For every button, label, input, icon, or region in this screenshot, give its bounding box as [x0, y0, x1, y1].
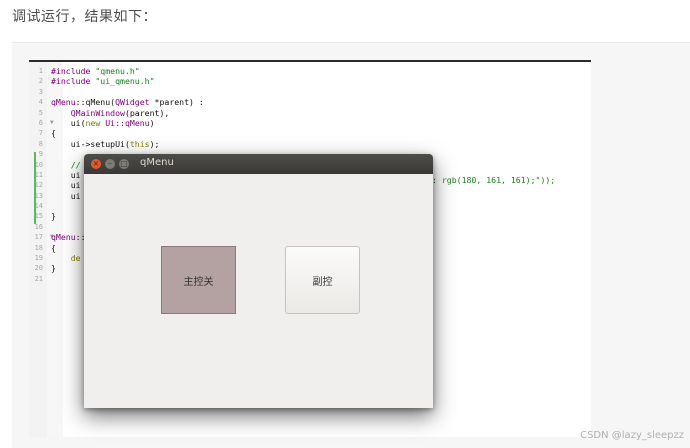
sub-control-button[interactable]: 副控 — [285, 246, 360, 314]
close-icon[interactable]: × — [91, 159, 101, 169]
line-number: 21 — [34, 274, 43, 283]
code-token: "qmenu.h" — [95, 66, 140, 76]
code-text: { — [51, 128, 56, 138]
code-token: qMenu — [51, 97, 76, 108]
line-number: 6 — [38, 118, 43, 127]
code-text: ui->setupUi(this); — [51, 138, 160, 149]
code-text: qMenu:: — [51, 232, 86, 242]
code-token: } — [51, 263, 56, 274]
code-text: { — [51, 243, 56, 253]
code-token: "ui_qmenu.h" — [95, 76, 155, 87]
code-token: { — [51, 128, 56, 139]
watermark: CSDN @lazy_sleepzz — [580, 430, 684, 441]
line-number: 4 — [38, 98, 43, 107]
code-line: 5 QMainWindow(parent), — [29, 108, 591, 118]
line-number: 18 — [34, 243, 43, 252]
code-line: 1 #include "qmenu.h" — [29, 66, 591, 76]
code-token: ui->setupUi( — [51, 138, 130, 149]
line-number: 19 — [34, 254, 43, 263]
code-token: ) — [149, 117, 155, 128]
code-text: ui — [51, 180, 81, 190]
line-number: 12 — [34, 181, 43, 190]
code-token: Ui::qMenu — [105, 117, 150, 128]
line-number: 2 — [38, 77, 43, 86]
line-number: 7 — [38, 129, 43, 138]
code-line: 8 ui->setupUi(this); — [29, 139, 591, 149]
code-token: #include — [51, 76, 96, 87]
window-titlebar[interactable]: × – □ qMenu — [84, 154, 433, 174]
line-number: 13 — [34, 191, 43, 200]
code-token: ); — [149, 138, 160, 149]
code-token: this — [129, 138, 150, 149]
code-token: ui — [51, 180, 81, 191]
code-token: ui( — [51, 117, 86, 128]
code-token: QMainWindow — [70, 107, 125, 118]
line-number: 11 — [34, 170, 43, 179]
code-token: new — [85, 117, 101, 128]
line-number: 9 — [38, 150, 43, 159]
code-token: // — [51, 159, 81, 170]
line-number: 10 — [34, 160, 43, 169]
code-token: ui — [51, 169, 81, 180]
code-text: } — [51, 211, 56, 221]
code-line: 2 #include "ui_qmenu.h" — [29, 76, 591, 86]
code-text: ui(new Ui::qMenu) — [51, 118, 155, 128]
line-number: 1 — [38, 67, 43, 75]
line-number: 20 — [34, 264, 43, 273]
window-title: qMenu — [140, 157, 174, 168]
code-text: ui — [51, 170, 81, 180]
code-token: { — [51, 242, 56, 253]
code-line: 4 qMenu::qMenu(QWidget *parent) : — [29, 97, 591, 107]
code-token: qMenu — [51, 232, 76, 243]
line-number: 14 — [34, 202, 43, 211]
line-number: 15 — [34, 212, 43, 221]
minimize-icon[interactable]: – — [105, 159, 115, 169]
code-line: 3 — [29, 87, 591, 97]
code-text: #include "qmenu.h" — [51, 66, 140, 76]
code-token: de — [51, 253, 81, 264]
article-caption: 调试运行，结果如下： — [12, 9, 157, 25]
code-overflow-text: : rgb(180, 161, 161);")); — [432, 175, 556, 185]
code-token: #include — [51, 66, 96, 76]
code-token: (parent), — [124, 107, 170, 118]
line-number: 5 — [38, 108, 43, 117]
code-token: ::qMenu( — [75, 97, 116, 108]
code-token: *parent) : — [149, 97, 204, 108]
code-text: // — [51, 160, 81, 170]
line-number: 8 — [38, 139, 43, 148]
maximize-icon[interactable]: □ — [119, 159, 129, 169]
code-token: } — [51, 211, 56, 222]
code-text: #include "ui_qmenu.h" — [51, 76, 155, 86]
code-text: } — [51, 263, 56, 273]
line-number: 16 — [34, 222, 43, 231]
code-line: 7{ — [29, 128, 591, 138]
code-line: 6 ▼ ui(new Ui::qMenu) — [29, 118, 591, 128]
code-text: ui — [51, 191, 81, 201]
line-number: 17 — [34, 233, 43, 242]
code-text: de — [51, 253, 81, 263]
code-token: QWidget — [115, 97, 150, 108]
main-control-button[interactable]: 主控关 — [161, 246, 236, 314]
qmenu-window[interactable]: × – □ qMenu 主控关 副控 — [84, 154, 433, 408]
code-text: QMainWindow(parent), — [51, 107, 170, 118]
code-token: ui — [51, 190, 81, 201]
code-text: qMenu::qMenu(QWidget *parent) : — [51, 97, 204, 107]
line-number: 3 — [38, 87, 43, 96]
